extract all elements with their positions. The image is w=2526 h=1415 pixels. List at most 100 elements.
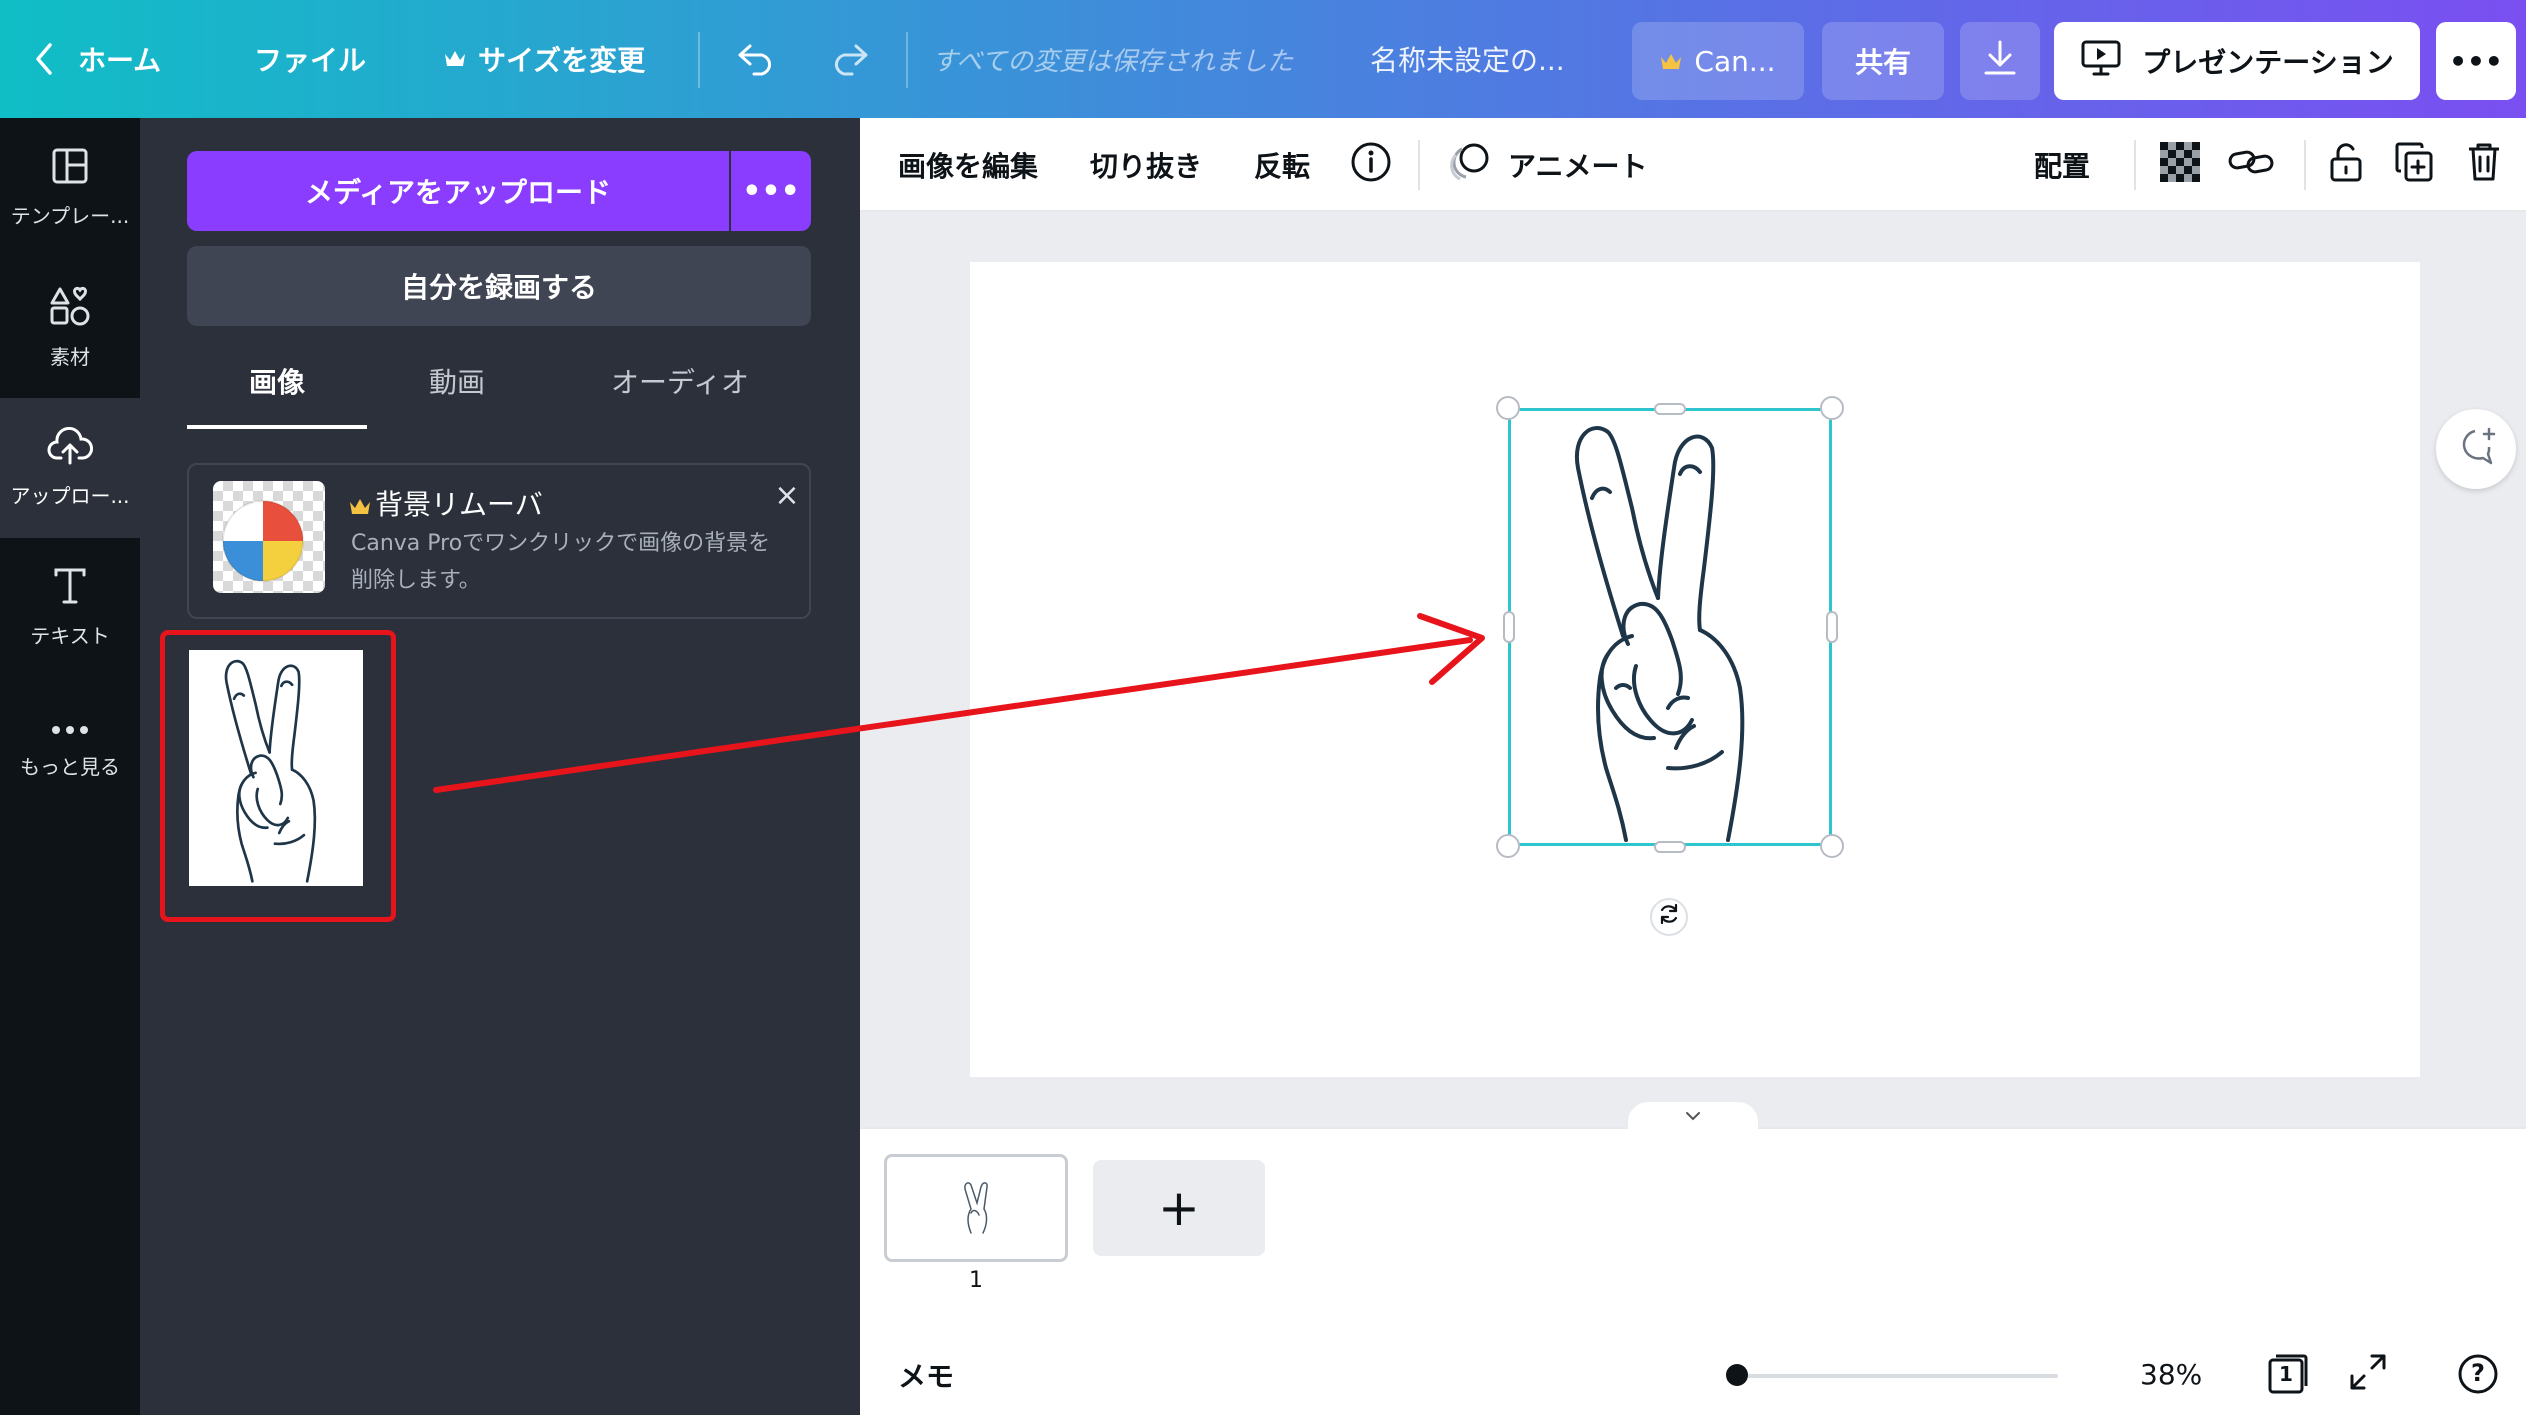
position-button[interactable]: 配置 [2034,118,2090,212]
more-options-button[interactable]: ••• [2436,22,2516,100]
delete-button[interactable] [2466,118,2502,212]
add-comment-button[interactable] [2436,409,2516,489]
page-thumbnail-image [964,1182,988,1234]
selection-box [1508,408,1832,846]
lock-button[interactable] [2328,118,2364,212]
upload-cloud-icon [47,426,93,470]
resize-handle-bottom-left[interactable] [1496,834,1520,858]
resize-handle-top[interactable] [1654,403,1686,415]
red-highlight-box [160,630,396,922]
expand-icon [2348,1352,2388,1396]
crown-icon [444,50,466,68]
document-title[interactable]: 名称未設定の... [1370,0,1565,118]
promo-description: Canva Proでワンクリックで画像の背景を削除します。 [351,531,771,593]
zoom-slider[interactable] [1730,1374,2058,1378]
rotate-handle[interactable] [1650,898,1688,936]
rail-label: テンプレー... [10,204,130,228]
background-remover-promo[interactable]: 背景リムーバ Canva Proでワンクリックで画像の背景を削除します。 × [187,463,811,619]
tab-audio[interactable]: オーディオ [580,356,780,406]
page-count: 1 [2279,1362,2293,1386]
divider [1418,140,1420,190]
undo-button[interactable] [736,0,778,118]
tab-videos[interactable]: 動画 [367,356,547,406]
page-number: 1 [969,1268,983,1293]
canva-pro-label: Can... [1694,44,1776,78]
resize-handle-right[interactable] [1826,611,1838,643]
share-label: 共有 [1854,46,1911,79]
page-thumbnail[interactable] [884,1154,1068,1262]
unlock-icon [2328,141,2364,190]
toggle-pages-strip-button[interactable] [1628,1102,1758,1130]
link-button[interactable] [2228,118,2274,212]
redo-icon [828,42,870,76]
zoom-slider-handle[interactable] [1726,1364,1748,1386]
chevron-down-icon [1684,1106,1702,1127]
add-page-button[interactable]: + [1093,1160,1265,1256]
resize-handle-bottom-right[interactable] [1820,834,1844,858]
rail-item-templates[interactable]: テンプレー... [0,118,140,258]
rail-item-uploads[interactable]: アップロー... [0,398,140,538]
elements-icon [49,286,91,331]
crown-icon [349,490,371,523]
rail-label: 素材 [50,345,90,369]
more-options-label: ••• [2449,44,2503,78]
page-count-button[interactable]: 1 [2264,1350,2312,1398]
rail-label: アップロー... [10,484,130,508]
duplicate-button[interactable] [2394,118,2434,212]
download-button[interactable] [1960,22,2040,100]
beach-ball-image [213,481,325,593]
fullscreen-button[interactable] [2344,1350,2392,1398]
template-icon [51,147,89,190]
divider [906,32,908,88]
home-button[interactable]: ホーム [34,0,161,118]
rail-item-text[interactable]: テキスト [0,538,140,678]
help-label: ? [2471,1359,2485,1387]
link-icon [2228,147,2274,184]
resize-button[interactable]: サイズを変更 [444,0,645,118]
info-button[interactable] [1350,118,1392,212]
promo-title: 背景リムーバ [349,483,543,523]
help-button[interactable]: ? [2454,1350,2502,1398]
upload-more-button[interactable]: ••• [731,151,811,231]
divider [2304,140,2306,190]
animate-label: アニメート [1508,150,1648,183]
divider [698,32,700,88]
notes-button[interactable]: メモ [898,1355,954,1395]
download-icon [1982,39,2018,84]
animate-icon [1448,141,1492,190]
upload-media-button[interactable]: メディアをアップロード [187,151,729,231]
chevron-left-icon [34,42,54,76]
present-icon [2080,38,2122,85]
resize-handle-top-left[interactable] [1496,396,1520,420]
animate-button[interactable]: アニメート [1448,118,1647,212]
undo-icon [736,42,778,76]
present-label: プレゼンテーション [2142,46,2394,79]
transparency-icon [2160,141,2200,189]
rail-item-elements[interactable]: 素材 [0,258,140,398]
crown-icon [1660,45,1682,78]
zoom-level[interactable]: 38% [2140,1358,2202,1391]
resize-handle-top-right[interactable] [1820,396,1844,420]
edit-image-button[interactable]: 画像を編集 [898,118,1038,212]
canva-editor: ホーム ファイル サイズを変更 すべての変更は保存されました 名称未設定の... [0,0,2526,1415]
redo-button[interactable] [828,0,870,118]
canva-pro-button[interactable]: Can... [1632,22,1804,100]
home-label: ホーム [78,44,162,77]
active-tab-indicator [187,425,367,429]
rail-item-more[interactable]: もっと見る [0,678,140,818]
close-icon[interactable]: × [769,477,805,513]
share-button[interactable]: 共有 [1822,22,1944,100]
tab-images[interactable]: 画像 [187,356,367,406]
file-menu-button[interactable]: ファイル [254,0,366,118]
flip-button[interactable]: 反転 [1254,118,1310,212]
rail-label: テキスト [30,624,110,648]
transparency-button[interactable] [2160,118,2200,212]
rail-label: もっと見る [20,754,120,779]
crop-button[interactable]: 切り抜き [1090,118,1202,212]
context-toolbar: 画像を編集 切り抜き 反転 アニメート 配置 [860,118,2526,212]
resize-handle-bottom[interactable] [1654,841,1686,853]
record-yourself-button[interactable]: 自分を録画する [187,246,811,326]
resize-handle-left[interactable] [1503,611,1515,643]
present-button[interactable]: プレゼンテーション [2054,22,2420,100]
info-icon [1350,141,1392,190]
